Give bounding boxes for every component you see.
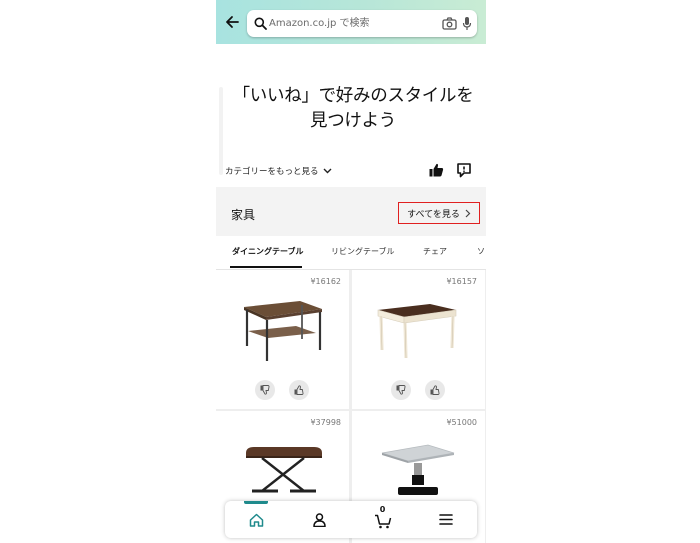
- more-categories-label: カテゴリーをもっと見る: [225, 167, 319, 177]
- tab-living-table[interactable]: リビングテーブル: [331, 246, 395, 257]
- see-all-button[interactable]: すべてを見る: [398, 202, 480, 224]
- like-button[interactable]: [425, 380, 445, 400]
- thumbs-up-icon: [294, 385, 304, 395]
- chevron-down-icon: [323, 168, 332, 174]
- cart-count-badge: 0: [379, 505, 386, 514]
- header: [216, 0, 486, 44]
- home-icon: [249, 513, 264, 527]
- hero-title-line2: 見つけよう: [310, 111, 396, 131]
- nav-menu[interactable]: [414, 501, 477, 538]
- thumbs-down-icon: [396, 385, 406, 395]
- product-image: [244, 301, 322, 361]
- search-icon: [254, 17, 267, 30]
- feedback-icon[interactable]: [457, 163, 471, 178]
- hero-scroll-indicator: [219, 87, 223, 175]
- like-button[interactable]: [289, 380, 309, 400]
- product-image: [381, 444, 455, 495]
- product-price: ¥51000: [446, 418, 477, 427]
- back-arrow-icon[interactable]: [222, 11, 242, 33]
- tab-chair[interactable]: チェア: [423, 246, 447, 257]
- active-nav-indicator: [244, 501, 268, 504]
- nav-cart[interactable]: 0: [351, 501, 414, 538]
- bottom-nav: 0: [225, 501, 477, 538]
- product-price: ¥16162: [310, 277, 341, 286]
- product-card[interactable]: ¥16157: [352, 270, 485, 409]
- product-image: [377, 304, 457, 359]
- cart-icon: [374, 514, 391, 529]
- phone-screen: 「いいね」で好みのスタイルを 見つけよう カテゴリーをもっと見る 家具 すべてを…: [216, 0, 486, 543]
- product-price: ¥37998: [310, 418, 341, 427]
- thumbs-up-icon[interactable]: [429, 163, 444, 177]
- see-all-label: すべてを見る: [407, 209, 460, 220]
- menu-icon: [438, 514, 453, 525]
- search-bar[interactable]: [247, 10, 477, 37]
- product-price: ¥16157: [446, 277, 477, 286]
- dislike-button[interactable]: [255, 380, 275, 400]
- category-title: 家具: [231, 208, 256, 222]
- nav-account[interactable]: [288, 501, 351, 538]
- thumbs-up-icon: [430, 385, 440, 395]
- thumbs-down-icon: [260, 385, 270, 395]
- hero-title-line1: 「いいね」で好みのスタイルを: [232, 86, 474, 106]
- product-card[interactable]: ¥16162: [216, 270, 349, 409]
- hero-title: 「いいね」で好みのスタイルを 見つけよう: [224, 84, 482, 134]
- dislike-button[interactable]: [391, 380, 411, 400]
- tab-sofa[interactable]: ソ: [477, 246, 485, 257]
- tab-dining-table[interactable]: ダイニングテーブル: [232, 246, 304, 257]
- product-image: [246, 447, 322, 493]
- account-icon: [313, 512, 326, 527]
- active-tab-indicator: [230, 266, 302, 268]
- search-input[interactable]: [269, 10, 424, 37]
- nav-home[interactable]: [225, 501, 288, 538]
- category-header: 家具 すべてを見る: [216, 187, 486, 236]
- more-categories-link[interactable]: カテゴリーをもっと見る: [225, 165, 332, 177]
- camera-icon[interactable]: [442, 17, 457, 30]
- chevron-right-icon: [465, 209, 471, 217]
- subcategory-tabs: ダイニングテーブル リビングテーブル チェア ソ: [216, 237, 486, 270]
- microphone-icon[interactable]: [462, 16, 472, 31]
